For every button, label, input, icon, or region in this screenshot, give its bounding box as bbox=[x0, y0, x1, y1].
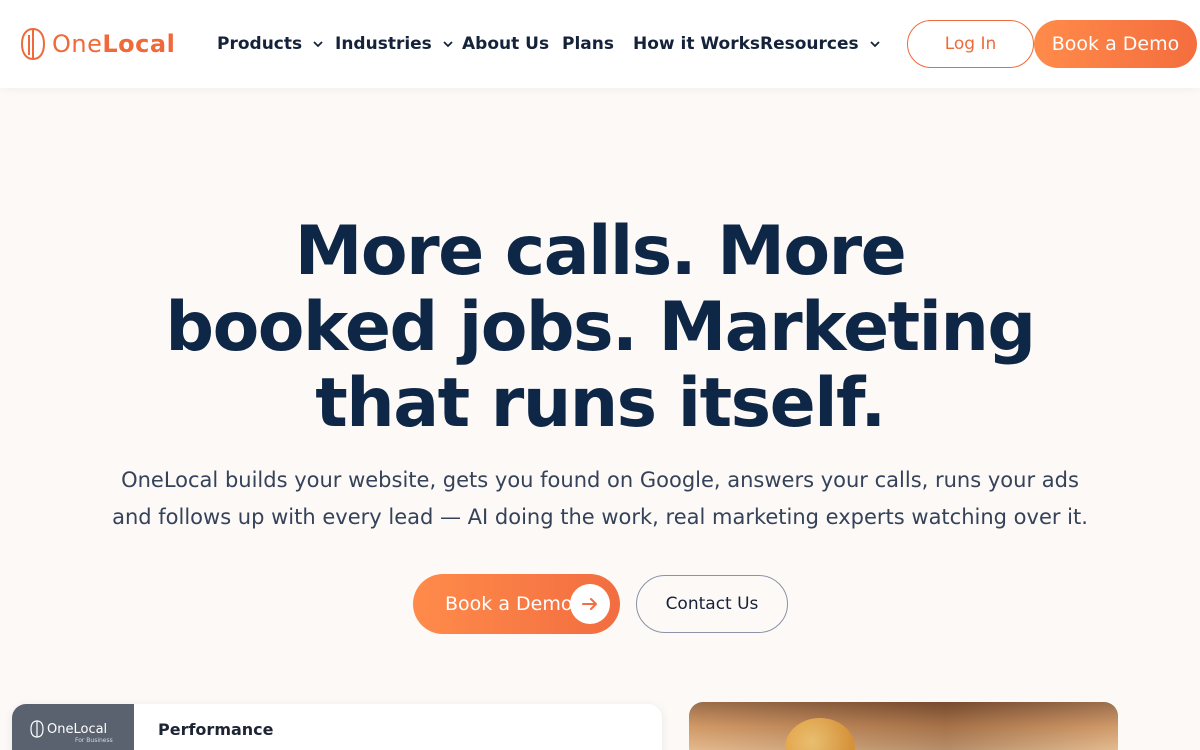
logo-wordmark: OneLocal bbox=[52, 30, 175, 58]
nav-item-label: Plans bbox=[562, 34, 614, 54]
login-button[interactable]: Log In bbox=[907, 20, 1034, 68]
onelocal-logo-icon bbox=[20, 28, 46, 60]
chevron-down-icon bbox=[313, 41, 323, 48]
nav-item-label: About Us bbox=[462, 34, 550, 54]
dashboard-preview-card: OneLocal For Business Performance bbox=[12, 704, 662, 750]
onelocal-logo[interactable]: OneLocal bbox=[20, 27, 175, 61]
nav-item-plans[interactable]: Plans bbox=[562, 33, 614, 55]
nav-item-industries[interactable]: Industries bbox=[335, 33, 454, 55]
chevron-down-icon bbox=[870, 41, 880, 48]
arrow-right-icon bbox=[570, 584, 610, 624]
nav-item-resources[interactable]: Resources bbox=[760, 33, 881, 55]
dashboard-logo-text: OneLocal bbox=[47, 721, 108, 737]
logo-one: One bbox=[52, 30, 103, 58]
top-navigation-bar: OneLocal Products Industries About Us Pl… bbox=[0, 0, 1200, 88]
dashboard-sidebar: OneLocal For Business bbox=[12, 704, 134, 750]
dashboard-logo: OneLocal bbox=[30, 720, 107, 738]
chevron-down-icon bbox=[443, 41, 453, 48]
nav-item-label: How it Works bbox=[633, 34, 761, 54]
nav-item-products[interactable]: Products bbox=[217, 33, 324, 55]
nav-item-label: Products bbox=[217, 34, 303, 54]
hero-subtitle: OneLocal builds your website, gets you f… bbox=[112, 468, 1088, 529]
nav-item-about-us[interactable]: About Us bbox=[462, 33, 549, 55]
nav-item-label: Resources bbox=[760, 34, 859, 54]
book-demo-nav-button[interactable]: Book a Demo bbox=[1034, 20, 1197, 68]
dashboard-title: Performance bbox=[158, 720, 274, 739]
book-demo-hero-button[interactable]: Book a Demo bbox=[413, 574, 620, 634]
worker-photo-card bbox=[689, 702, 1118, 750]
onelocal-logo-icon bbox=[30, 720, 44, 738]
nav-item-how-it-works[interactable]: How it Works bbox=[633, 33, 760, 55]
book-demo-hero-label: Book a Demo bbox=[445, 593, 573, 615]
contact-us-button[interactable]: Contact Us bbox=[636, 575, 788, 633]
hero-title: More calls. More booked jobs. Marketing … bbox=[165, 212, 1036, 443]
photo-overlay bbox=[689, 702, 1118, 750]
nav-item-label: Industries bbox=[335, 34, 432, 54]
logo-local: Local bbox=[102, 30, 176, 58]
dashboard-logo-sub: For Business bbox=[75, 737, 113, 744]
